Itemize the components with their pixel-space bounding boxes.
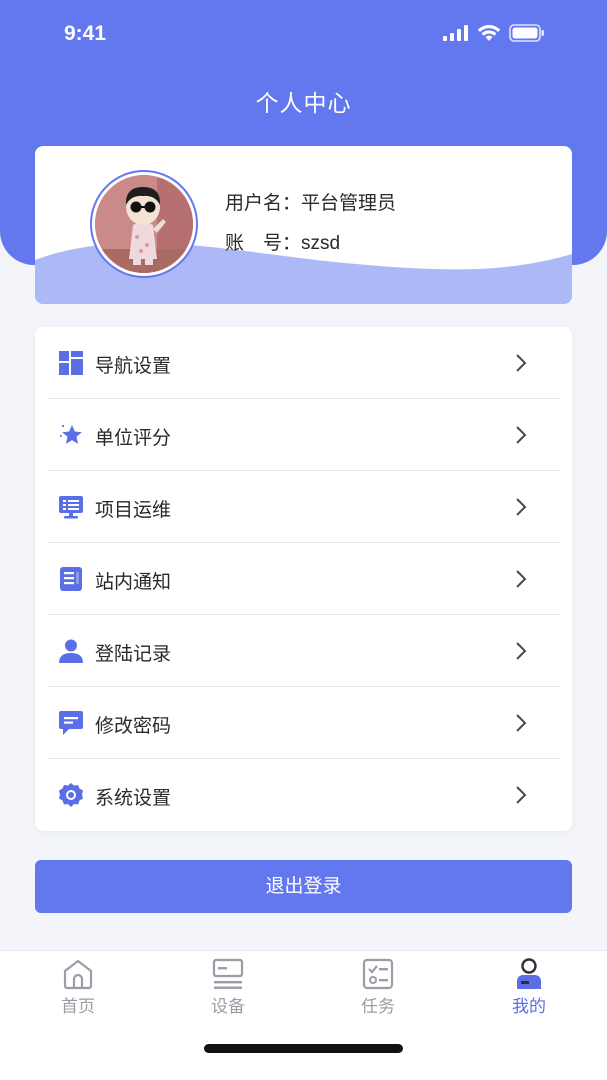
chevron-right-icon	[516, 354, 527, 372]
grid-layout-icon	[58, 350, 84, 376]
avatar-image	[95, 175, 193, 273]
star-rating-icon	[58, 422, 84, 448]
menu-item-label: 站内通知	[95, 571, 172, 593]
chevron-right-icon	[516, 786, 527, 804]
home-icon	[63, 959, 93, 990]
home-indicator[interactable]	[204, 1044, 403, 1053]
account-value: szsd	[301, 233, 341, 254]
tab-bar: 首页 设备 任务 我的	[0, 950, 607, 1080]
device-icon	[212, 958, 244, 989]
menu-card: 导航设置 单位评分 项目运维 站内通知 登陆记录 修改密码 系统设置	[35, 327, 572, 831]
logout-button[interactable]: 退出登录	[35, 860, 572, 913]
account-label: 账 号：	[225, 232, 302, 254]
gear-icon	[58, 782, 84, 808]
menu-item-label: 项目运维	[95, 499, 172, 521]
profile-card: 用户名：平台管理员 账 号：szsd	[35, 146, 572, 304]
account-row: 账 号：szsd	[225, 228, 340, 255]
chevron-right-icon	[516, 426, 527, 444]
monitor-icon	[58, 494, 84, 520]
tab-tasks[interactable]: 任务	[328, 957, 428, 1019]
menu-item-label: 单位评分	[95, 427, 172, 449]
signal-icon	[443, 25, 468, 41]
status-bar: 9:41	[0, 0, 607, 70]
tab-label: 设备	[211, 997, 245, 1017]
battery-icon	[509, 24, 544, 42]
menu-item-login-records[interactable]: 登陆记录	[47, 615, 560, 687]
task-icon	[362, 958, 394, 990]
menu-item-unit-rating[interactable]: 单位评分	[47, 399, 560, 471]
menu-item-change-password[interactable]: 修改密码	[47, 687, 560, 759]
menu-item-label: 登陆记录	[95, 643, 172, 665]
chevron-right-icon	[516, 570, 527, 588]
wifi-icon	[477, 25, 501, 41]
menu-item-nav-settings[interactable]: 导航设置	[47, 327, 560, 399]
status-icons	[443, 24, 545, 42]
chevron-right-icon	[516, 714, 527, 732]
tab-label: 我的	[512, 997, 546, 1017]
tab-label: 首页	[61, 997, 95, 1017]
chevron-right-icon	[516, 498, 527, 516]
username-label: 用户名：	[225, 192, 302, 214]
tab-label: 任务	[361, 997, 395, 1017]
menu-item-site-notice[interactable]: 站内通知	[47, 543, 560, 615]
menu-item-label: 导航设置	[95, 355, 172, 377]
tab-devices[interactable]: 设备	[178, 957, 278, 1019]
user-icon	[58, 638, 84, 664]
menu-item-project-ops[interactable]: 项目运维	[47, 471, 560, 543]
document-list-icon	[58, 566, 84, 592]
tab-home[interactable]: 首页	[28, 957, 128, 1019]
username-value: 平台管理员	[301, 193, 397, 214]
profile-icon	[517, 958, 541, 989]
chevron-right-icon	[516, 642, 527, 660]
menu-item-label: 修改密码	[95, 715, 172, 737]
page-title: 个人中心	[255, 91, 352, 117]
chat-bubble-icon	[58, 710, 84, 736]
menu-item-system-settings[interactable]: 系统设置	[47, 759, 560, 831]
avatar[interactable]	[90, 170, 198, 278]
username-row: 用户名：平台管理员	[225, 188, 396, 215]
menu-item-label: 系统设置	[95, 787, 172, 809]
tab-mine[interactable]: 我的	[479, 957, 579, 1019]
status-time: 9:41	[64, 22, 107, 45]
